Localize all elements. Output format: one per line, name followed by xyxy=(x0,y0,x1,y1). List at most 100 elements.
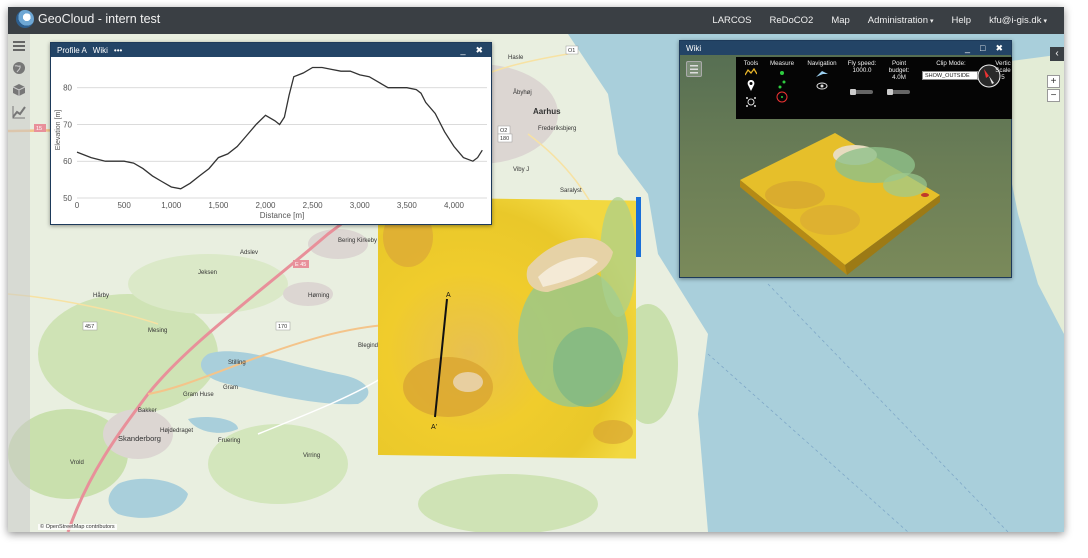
close-button[interactable]: ✖ xyxy=(993,43,1005,54)
globe-icon[interactable] xyxy=(11,60,27,76)
layers-icon[interactable] xyxy=(11,38,27,54)
navigation-group: Navigation xyxy=(804,60,840,93)
terrain-3d-view[interactable] xyxy=(735,125,945,285)
orbit-mode-icon[interactable] xyxy=(816,81,828,91)
fly-speed-group: Fly speed: 1000.0 xyxy=(846,60,878,95)
x-tick-label: 1,000 xyxy=(161,201,182,210)
elevation-profile-chart[interactable]: 50 60 70 80 0 500 1,000 1,500 2,000 2,500 3,000 3,5… xyxy=(51,57,491,224)
nav-item-help[interactable]: Help xyxy=(943,15,981,26)
x-tick-label: 500 xyxy=(117,201,131,210)
road-label: O2 xyxy=(500,128,507,134)
fly-speed-slider[interactable] xyxy=(850,89,873,95)
pointcloud-viewer[interactable]: Tools Measure Navigation Fly speed: 1000… xyxy=(680,55,1012,277)
profile-window-tab-wiki[interactable]: Wiki xyxy=(93,46,108,55)
wiki-3d-window: Wiki _ □ ✖ Tools Measure Navigation Fly … xyxy=(679,40,1012,278)
place-label: Åbyhøj xyxy=(513,89,532,96)
map-attribution[interactable]: © OpenStreetMap contributors xyxy=(38,524,117,530)
elevation-line xyxy=(76,66,483,190)
profile-window-header[interactable]: Profile A Wiki ••• _ ✖ xyxy=(51,43,491,57)
clip-mode-label: Clip Mode: xyxy=(936,60,966,67)
road-label: 457 xyxy=(85,324,94,330)
profile-marker-start: A xyxy=(446,292,451,299)
y-axis-label: Elevation [m] xyxy=(55,110,62,151)
place-label: Vrold xyxy=(70,460,84,466)
profile-tool-icon[interactable] xyxy=(744,67,758,76)
y-tick-label: 80 xyxy=(63,84,72,93)
nav-item-administration[interactable]: Administration ▾ xyxy=(859,15,943,26)
place-label: Bering Kirkeby xyxy=(338,238,377,244)
place-label: Virring xyxy=(303,453,320,459)
place-label: Hårby xyxy=(93,292,109,299)
measure-distance-icon[interactable] xyxy=(777,79,787,89)
x-tick-label: 3,500 xyxy=(397,201,418,210)
caret-down-icon: ▾ xyxy=(1043,18,1047,25)
panel-collapse-button[interactable]: ‹ xyxy=(1050,47,1064,61)
road-label: O1 xyxy=(568,48,575,54)
clip-mode-group: Clip Mode: xyxy=(922,60,980,67)
nav-item-map[interactable]: Map xyxy=(822,15,858,26)
place-label: Hørning xyxy=(308,293,329,299)
forest-area xyxy=(418,474,598,532)
place-label: Adslev xyxy=(240,250,258,256)
ferry-route xyxy=(707,353,909,532)
road-label: E 45 xyxy=(295,262,306,268)
x-tick-label: 3,000 xyxy=(350,201,371,210)
nav-item-larcos[interactable]: LARCOS xyxy=(703,15,760,26)
point-budget-slider[interactable] xyxy=(887,89,910,95)
place-label: Saralyst xyxy=(560,188,582,194)
zoom-out-button[interactable]: − xyxy=(1047,89,1060,102)
place-label: Aarhus xyxy=(533,107,561,116)
minimize-button[interactable]: _ xyxy=(963,43,972,53)
place-label: Skanderborg xyxy=(118,434,161,443)
pointcloud-tool-icon[interactable] xyxy=(745,96,757,108)
place-label: Frederiksbjerg xyxy=(538,126,576,132)
x-tick-label: 0 xyxy=(75,201,80,210)
place-label: Bakker xyxy=(138,408,157,414)
point-budget-value: 4.0M xyxy=(892,74,906,81)
app-title: GeoCloud - intern test xyxy=(38,12,161,26)
fly-mode-icon[interactable] xyxy=(815,69,829,79)
chart-icon[interactable] xyxy=(11,104,27,120)
x-tick-label: 4,000 xyxy=(444,201,465,210)
cube-icon[interactable] xyxy=(11,82,27,98)
x-tick-label: 2,500 xyxy=(303,201,324,210)
place-label: Mesing xyxy=(148,328,167,334)
place-label: Gram Huse xyxy=(183,392,214,398)
geocloud-logo-icon xyxy=(16,10,34,28)
raster-edge-blue xyxy=(636,197,641,257)
minimize-button[interactable]: _ xyxy=(458,45,467,55)
place-label: Stilling xyxy=(228,360,246,366)
road-label: 180 xyxy=(500,136,509,142)
measure-label: Measure xyxy=(769,60,795,67)
profile-window: Profile A Wiki ••• _ ✖ 50 60 70 80 0 500 1,000… xyxy=(50,42,492,225)
x-tick-label: 1,500 xyxy=(208,201,229,210)
nav-item-user[interactable]: kfu@i-gis.dk ▾ xyxy=(980,15,1056,26)
wiki-window-header[interactable]: Wiki _ □ ✖ xyxy=(680,41,1011,55)
y-tick-label: 70 xyxy=(63,120,72,129)
app-frame: A A' Aarhus Hasle Åbyhøj Frederiksbjerg … xyxy=(8,7,1064,532)
close-button[interactable]: ✖ xyxy=(473,45,485,56)
tools-group: Tools xyxy=(742,60,760,110)
top-navbar: GeoCloud - intern test LARCOS ReDoCO2 Ma… xyxy=(8,7,1064,34)
compass-icon[interactable] xyxy=(976,63,1002,89)
maximize-button[interactable]: □ xyxy=(978,43,987,53)
forest-area xyxy=(208,424,348,504)
annotation-pin-icon[interactable] xyxy=(745,80,757,92)
nav-menu: LARCOS ReDoCO2 Map Administration ▾ Help … xyxy=(703,7,1056,34)
measure-circle-icon[interactable] xyxy=(776,91,788,103)
y-tick-label: 50 xyxy=(63,194,72,203)
viewer-menu-button[interactable] xyxy=(686,61,702,77)
brand[interactable]: GeoCloud - intern test xyxy=(16,10,160,28)
more-options-icon[interactable]: ••• xyxy=(114,46,122,55)
profile-window-title: Profile A xyxy=(57,45,87,55)
measure-point-icon[interactable] xyxy=(778,69,786,77)
place-label: Fruering xyxy=(218,438,240,444)
zoom-in-button[interactable]: + xyxy=(1047,75,1060,88)
fly-speed-label: Fly speed: xyxy=(847,60,877,67)
place-label: Viby J xyxy=(513,167,529,173)
place-label: Hasle xyxy=(508,55,524,61)
nav-item-redoco2[interactable]: ReDoCO2 xyxy=(760,15,822,26)
place-label: Højdedraget xyxy=(160,428,193,434)
ferry-route xyxy=(767,283,1009,532)
clip-mode-select[interactable]: SHOW_OUTSIDE xyxy=(922,71,978,80)
